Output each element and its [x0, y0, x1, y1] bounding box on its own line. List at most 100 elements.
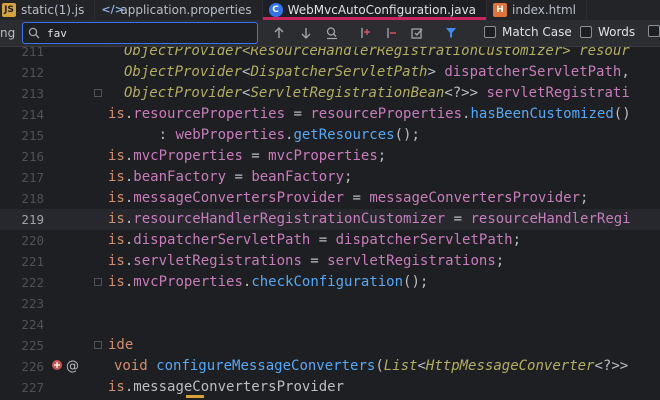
select-all-occurrences-button[interactable] [408, 24, 426, 42]
code-line[interactable]: 219 is.resourceHandlerRegistrationCustomi… [0, 209, 660, 230]
gutter-icons: @ [50, 356, 79, 377]
line-number: 217 [21, 170, 44, 185]
code-token: mvcProperties [133, 274, 243, 290]
tab-label: WebMvcAutoConfiguration.java [287, 3, 477, 17]
code-text: is.mvcProperties = mvcProperties; [108, 146, 386, 167]
tab-2[interactable]: C WebMvcAutoConfiguration.java [262, 0, 488, 20]
regex-checkbox[interactable] [648, 25, 660, 37]
code-token: = [242, 148, 269, 164]
code-line[interactable]: 216 is.mvcProperties = mvcProperties; [0, 146, 660, 167]
arrow-down-icon [301, 28, 311, 39]
override-method-icon[interactable] [50, 358, 64, 375]
code-token: resourceProperties [310, 106, 463, 122]
js-file-icon: JS [2, 3, 16, 17]
tab-0[interactable]: JS static(1).js [0, 0, 96, 20]
search-icon [28, 27, 40, 39]
code-token: = [344, 190, 370, 206]
code-token: () [613, 106, 631, 122]
code-token: = [226, 169, 252, 185]
fold-marker-icon[interactable] [94, 278, 102, 286]
code-line[interactable]: 227 is.messageConvertersProvider [0, 377, 660, 398]
search-input[interactable] [47, 25, 247, 41]
code-token: ObjectProvider<ResourceHandlerRegistrati… [124, 47, 630, 59]
line-number: 215 [21, 128, 44, 143]
search-box[interactable] [22, 22, 258, 44]
unselect-occurrence-button[interactable] [382, 24, 400, 42]
editor-tab-bar: JS static(1).js </> application.properties C… [0, 0, 660, 20]
code-token: ; [512, 232, 522, 248]
words-checkbox[interactable] [580, 26, 592, 38]
text-caret-marker [186, 395, 204, 398]
line-number: 211 [21, 47, 44, 59]
line-number: 218 [21, 191, 44, 206]
previous-occurrence-button[interactable] [270, 24, 288, 42]
code-token: beanFactory [251, 169, 345, 185]
code-token: ; [495, 253, 505, 269]
code-token: List [383, 358, 418, 374]
code-token: servletRegistrations [133, 253, 302, 269]
code-line[interactable]: 225 ide [0, 335, 660, 356]
code-line[interactable]: 224 [0, 314, 660, 335]
arrow-up-icon [274, 27, 284, 38]
code-token: = [301, 253, 328, 269]
code-line[interactable]: 221 is.servletRegistrations = servletRegi… [0, 251, 660, 272]
code-line[interactable]: 215 : webProperties.getResources(); [0, 125, 660, 146]
code-token: dispatcherServletPath [444, 64, 622, 80]
regex-option[interactable] [648, 25, 660, 37]
next-occurrence-button[interactable] [297, 24, 315, 42]
tab-3[interactable]: Hindex.html [487, 0, 588, 20]
code-line[interactable]: 214 is.resourceProperties = resourcePrope… [0, 104, 660, 125]
code-token: ; [580, 190, 589, 206]
code-editor[interactable]: 211 ObjectProvider<ResourceHandlerRegistr… [0, 47, 660, 400]
line-number: 222 [21, 275, 44, 290]
code-line[interactable]: 213 ObjectProvider<ServletRegistrationBea… [0, 83, 660, 104]
code-text: is.messageConvertersProvider [108, 377, 344, 398]
code-text: void configureMessageConverters(List<Htt… [114, 356, 628, 377]
annotation-icon[interactable]: @ [66, 359, 79, 374]
code-line[interactable]: 217 is.beanFactory = beanFactory; [0, 167, 660, 188]
code-token: <?>> [594, 358, 629, 374]
code-token: is [108, 190, 125, 206]
code-token: resourceProperties [133, 106, 286, 122]
code-token: , [621, 64, 630, 80]
line-number: 212 [21, 65, 44, 80]
match-case-option[interactable]: Match Case [484, 25, 572, 39]
code-line[interactable]: 226 @ void configureMessageConverters(List… [0, 356, 660, 377]
find-all-occurrences-button[interactable] [323, 24, 341, 42]
code-token: resourceHandlerRegistrationCustomizer [133, 211, 446, 227]
code-line[interactable]: 220 is.dispatcherServletPath = dispatcher… [0, 230, 660, 251]
code-line[interactable]: 223 [0, 293, 660, 314]
code-token: configureMessageConverters [156, 358, 376, 374]
code-text: ide [108, 335, 133, 356]
code-text: is.resourceProperties = resourceProperti… [108, 104, 631, 125]
words-option[interactable]: Words [580, 25, 635, 39]
line-number: 219 [21, 212, 44, 227]
html-file-icon: H [493, 3, 508, 17]
code-token: DispatcherServletPath [250, 64, 428, 80]
code-token: ObjectProvider [124, 64, 243, 80]
code-token: checkConfiguration [251, 274, 404, 290]
code-token: = [285, 106, 311, 122]
fold-marker-icon[interactable] [94, 89, 102, 97]
code-line[interactable]: 212 ObjectProvider<DispatcherServletPath>… [0, 62, 660, 83]
code-line[interactable]: 211 ObjectProvider<ResourceHandlerRegistr… [0, 47, 660, 62]
code-token: ; [344, 169, 353, 185]
code-token: dispatcherServletPath [335, 232, 513, 248]
code-text: is.beanFactory = beanFactory; [108, 167, 352, 188]
code-token: getResources [293, 127, 395, 143]
code-line[interactable]: 218 is.messageConvertersProvider = messag… [0, 188, 660, 209]
line-number: 227 [21, 380, 44, 395]
fold-marker-icon[interactable] [94, 341, 102, 349]
find-occurrences-icon [326, 27, 337, 40]
code-token: resourceHandlerRegi [470, 211, 631, 227]
tab-1[interactable]: </> application.properties [95, 0, 263, 20]
code-token: webProperties [175, 127, 286, 143]
code-line[interactable]: 222 is.mvcProperties.checkConfiguration()… [0, 272, 660, 293]
filter-search-results-button[interactable] [442, 24, 460, 42]
code-text: : webProperties.getResources(); [108, 125, 420, 146]
code-text: is.dispatcherServletPath = dispatcherSer… [108, 230, 521, 251]
find-bar: ng fav Match Case Words [0, 20, 660, 47]
add-selection-next-button[interactable] [356, 24, 374, 42]
match-case-checkbox[interactable] [484, 26, 496, 38]
line-number: 213 [21, 86, 44, 101]
